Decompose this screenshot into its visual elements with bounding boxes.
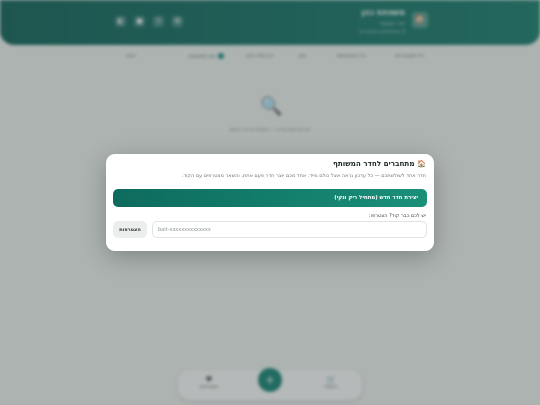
join-room-button[interactable]: הצטרפות (113, 221, 147, 238)
join-room-modal: 🏠 מתחברים לחדר המשותף חדר אחד לשולשתכם —… (106, 154, 434, 251)
modal-title: 🏠 מתחברים לחדר המשותף (333, 159, 426, 168)
modal-title-text: מתחברים לחדר המשותף (332, 159, 415, 168)
house-icon: 🏠 (417, 159, 426, 168)
create-room-button[interactable]: יצירת חדר חדש (מתחיל ריק ונקי) (113, 189, 427, 207)
modal-description: חדר אחד לשולשתכם — כל עדכון נראה אצל כול… (181, 173, 426, 179)
join-code-label: יש לכם כבר קוד? הצטרפו: (369, 213, 426, 219)
room-code-input[interactable] (152, 221, 427, 238)
